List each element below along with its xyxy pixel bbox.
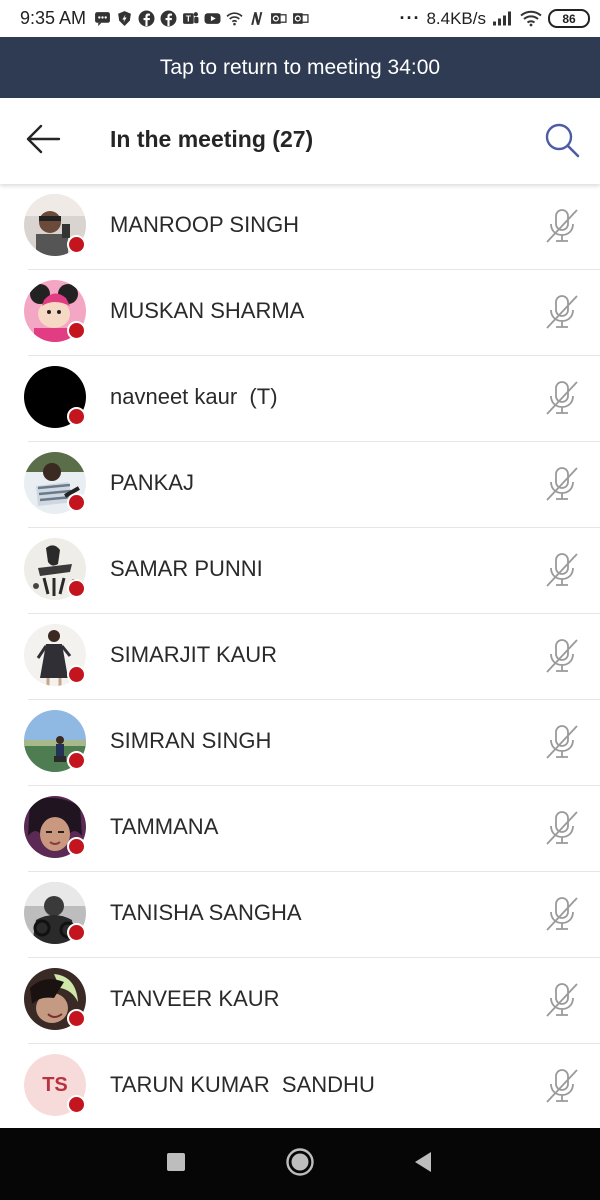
search-icon bbox=[543, 121, 581, 164]
back-triangle-icon bbox=[413, 1151, 433, 1178]
mic-off-icon bbox=[543, 292, 581, 330]
facebook-icon bbox=[138, 10, 155, 27]
participant-row[interactable]: PANKAJ bbox=[0, 442, 600, 528]
facebook-icon bbox=[160, 10, 177, 27]
outlook-icon bbox=[292, 10, 309, 27]
recents-button[interactable] bbox=[158, 1146, 194, 1182]
participant-name: TANISHA SANGHA bbox=[110, 900, 302, 925]
participants-list: MANROOP SINGH MUSKAN SHARMA navneet kaur… bbox=[0, 184, 600, 1128]
presence-busy-indicator bbox=[67, 579, 86, 598]
mic-off-icon bbox=[543, 464, 581, 502]
shield-icon bbox=[116, 10, 133, 27]
presence-busy-indicator bbox=[67, 1095, 86, 1114]
mic-off-icon bbox=[543, 722, 581, 760]
participant-row[interactable]: TANVEER KAUR bbox=[0, 958, 600, 1044]
participant-name: navneet kaur (T) bbox=[110, 384, 278, 409]
participant-name: SIMARJIT KAUR bbox=[110, 642, 278, 667]
recents-square-icon bbox=[166, 1152, 186, 1177]
participant-name: MUSKAN SHARMA bbox=[110, 298, 305, 323]
participant-name: MANROOP SINGH bbox=[110, 212, 300, 237]
presence-busy-indicator bbox=[67, 751, 86, 770]
mic-off-icon bbox=[543, 980, 581, 1018]
wifi-signal-icon bbox=[520, 10, 542, 27]
presence-busy-indicator bbox=[67, 665, 86, 684]
net-speed: 8.4KB/s bbox=[426, 8, 486, 28]
participant-row[interactable]: MUSKAN SHARMA bbox=[0, 270, 600, 356]
participant-row[interactable]: TS TARUN KUMAR SANDHU bbox=[0, 1044, 600, 1128]
participant-name: TANVEER KAUR bbox=[110, 986, 280, 1011]
participant-name: TARUN KUMAR SANDHU bbox=[110, 1072, 375, 1097]
more-dots: ··· bbox=[399, 8, 421, 28]
banner-text: Tap to return to meeting 34:00 bbox=[159, 55, 441, 79]
outlook-icon bbox=[270, 10, 287, 27]
page-title: In the meeting (27) bbox=[110, 126, 314, 152]
svg-text:T: T bbox=[186, 14, 192, 24]
participant-name: SAMAR PUNNI bbox=[110, 556, 263, 581]
youtube-icon bbox=[204, 10, 221, 27]
return-to-meeting-banner[interactable]: Tap to return to meeting 34:00 bbox=[0, 37, 600, 98]
mic-off-icon bbox=[543, 808, 581, 846]
presence-busy-indicator bbox=[67, 923, 86, 942]
participant-row[interactable]: SAMAR PUNNI bbox=[0, 528, 600, 614]
back-nav-button[interactable] bbox=[405, 1146, 441, 1182]
system-nav-bar bbox=[0, 1128, 600, 1200]
participant-name: TAMMANA bbox=[110, 814, 219, 839]
mic-off-icon bbox=[543, 550, 581, 588]
mic-off-icon bbox=[543, 894, 581, 932]
back-button[interactable] bbox=[22, 120, 64, 162]
presence-busy-indicator bbox=[67, 407, 86, 426]
teams-icon: T bbox=[182, 10, 199, 27]
message-icon bbox=[94, 10, 111, 27]
home-button[interactable] bbox=[282, 1146, 318, 1182]
presence-busy-indicator bbox=[67, 493, 86, 512]
participant-row[interactable]: TAMMANA bbox=[0, 786, 600, 872]
mic-off-icon bbox=[543, 378, 581, 416]
participant-row[interactable]: SIMRAN SINGH bbox=[0, 700, 600, 786]
participant-name: SIMRAN SINGH bbox=[110, 728, 272, 753]
participant-row[interactable]: navneet kaur (T) bbox=[0, 356, 600, 442]
home-circle-icon bbox=[285, 1147, 315, 1182]
search-button[interactable] bbox=[540, 120, 584, 164]
mic-off-icon bbox=[543, 1066, 581, 1104]
signal-icon bbox=[492, 10, 514, 27]
participant-name: PANKAJ bbox=[110, 470, 194, 495]
mic-off-icon bbox=[543, 636, 581, 674]
participant-row[interactable]: SIMARJIT KAUR bbox=[0, 614, 600, 700]
mic-off-icon bbox=[543, 206, 581, 244]
status-time: 9:35 AM bbox=[20, 8, 87, 28]
participant-row[interactable]: TANISHA SANGHA bbox=[0, 872, 600, 958]
presence-busy-indicator bbox=[67, 321, 86, 340]
presence-busy-indicator bbox=[67, 1009, 86, 1028]
presence-busy-indicator bbox=[67, 837, 86, 856]
battery-indicator: 86 bbox=[548, 9, 590, 28]
notification-icons: T bbox=[94, 10, 309, 27]
n-icon bbox=[248, 10, 265, 27]
wifi-icon bbox=[226, 10, 243, 27]
participant-row[interactable]: MANROOP SINGH bbox=[0, 184, 600, 270]
presence-busy-indicator bbox=[67, 235, 86, 254]
arrow-left-icon bbox=[25, 124, 61, 159]
status-bar: 9:35 AM T ··· 8.4KB/s 86 bbox=[0, 0, 600, 37]
participants-header: In the meeting (27) bbox=[0, 98, 600, 184]
